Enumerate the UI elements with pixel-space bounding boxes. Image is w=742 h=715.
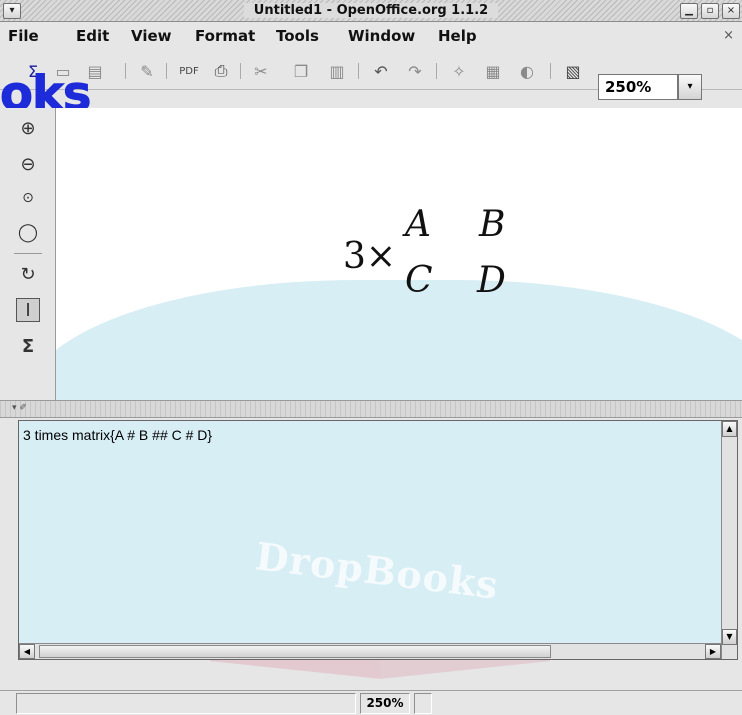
toolbar-separator (166, 63, 167, 79)
matrix-cell: D (477, 260, 506, 301)
edit-icon[interactable]: ✎ (136, 61, 158, 81)
maximize-icon[interactable]: ▫ (701, 3, 719, 19)
zoom-combo-input[interactable]: 250% (598, 74, 678, 100)
undo-icon[interactable]: ↶ (370, 61, 392, 81)
status-indicator (414, 693, 432, 714)
cut-icon[interactable]: ✂ (250, 61, 272, 81)
status-zoom[interactable]: 250% (360, 693, 410, 714)
menu-format[interactable]: Format (195, 27, 255, 45)
minimize-icon[interactable]: ▁ (680, 3, 698, 19)
menu-view[interactable]: View (131, 27, 172, 45)
menu-help[interactable]: Help (438, 27, 477, 45)
menu-window[interactable]: Window (348, 27, 415, 45)
zoom-100-icon[interactable]: ⊙ (16, 186, 40, 210)
refresh-icon[interactable]: ↻ (16, 262, 40, 286)
paste-icon[interactable]: ▥ (326, 61, 348, 81)
window-menu-chevron-down-icon[interactable]: ▾ (3, 3, 21, 19)
scroll-down-icon[interactable]: ▼ (722, 629, 737, 645)
horizontal-scrollbar[interactable]: ◀ ▶ (19, 643, 721, 659)
toolbar-separator (550, 63, 551, 79)
title-bar: ▾ Untitled1 - OpenOffice.org 1.1.2 ▁ ▫ × (0, 0, 742, 22)
commands-editor[interactable]: 3 times matrix{A # B ## C # D} ▲ ▼ ◀ ▶ (18, 420, 738, 660)
export-pdf-icon[interactable]: PDF (178, 61, 200, 81)
scroll-right-icon[interactable]: ▶ (705, 644, 721, 659)
matrix-cell: A (405, 204, 431, 245)
formula-scalar: 3× (343, 236, 397, 277)
document-close-icon[interactable]: × (723, 28, 734, 43)
toolbar-separator (240, 63, 241, 79)
redo-icon[interactable]: ↷ (404, 61, 426, 81)
watermark-background-shape (56, 280, 742, 400)
commands-text[interactable]: 3 times matrix{A # B ## C # D} (23, 427, 212, 443)
close-icon[interactable]: × (722, 3, 740, 19)
menu-tools[interactable]: Tools (276, 27, 319, 45)
splitter-grip-icon[interactable]: ▾ ✐ (12, 403, 27, 413)
vertical-scrollbar[interactable]: ▲ ▼ (721, 421, 737, 659)
cursor-icon[interactable]: I (16, 298, 40, 322)
scroll-left-icon[interactable]: ◀ (19, 644, 35, 659)
zoom-out-icon[interactable]: ⊖ (16, 152, 40, 176)
formula-icon[interactable]: Σ (16, 334, 40, 358)
horizontal-scroll-thumb[interactable] (39, 645, 551, 658)
copy-icon[interactable]: ❐ (290, 61, 312, 81)
menu-bar: File Edit View Format Tools Window Help … (0, 22, 742, 50)
toolbar-separator (436, 63, 437, 79)
print-icon[interactable]: ⎙ (210, 61, 232, 81)
left-tool-strip: ⊕ ⊖ ⊙ ◯ ↻ I Σ (0, 108, 56, 400)
image-icon[interactable]: ▧ (562, 61, 584, 81)
status-bar: 250% (0, 690, 742, 715)
toolbar-separator (358, 63, 359, 79)
toolbar-separator (125, 63, 126, 79)
pane-splitter[interactable]: ▾ ✐ (0, 400, 742, 418)
menu-file[interactable]: File (8, 27, 39, 45)
zoom-in-icon[interactable]: ⊕ (16, 116, 40, 140)
matrix-cell: B (479, 204, 506, 245)
tool-separator (14, 253, 42, 254)
matrix-cell: C (405, 260, 433, 301)
formula-view[interactable]: 3× A B C D (56, 108, 742, 400)
gallery-icon[interactable]: ◐ (516, 61, 538, 81)
status-message (16, 693, 356, 714)
navigator-icon[interactable]: ✧ (448, 61, 470, 81)
grid-icon[interactable]: ▦ (482, 61, 504, 81)
zoom-dropdown-chevron-down-icon[interactable]: ▾ (678, 74, 702, 100)
menu-edit[interactable]: Edit (76, 27, 109, 45)
show-all-icon[interactable]: ◯ (16, 220, 40, 244)
window-title: Untitled1 - OpenOffice.org 1.1.2 (0, 0, 742, 22)
scroll-up-icon[interactable]: ▲ (722, 421, 737, 437)
